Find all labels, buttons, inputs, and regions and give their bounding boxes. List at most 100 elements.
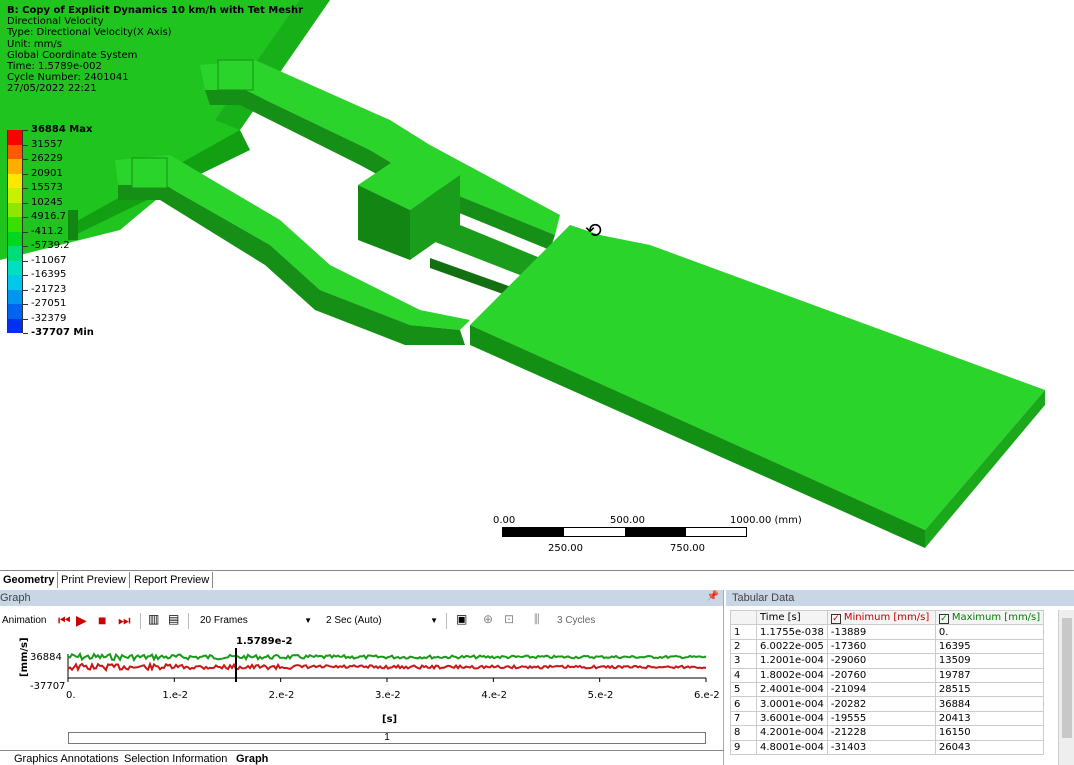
legend-swatch bbox=[7, 159, 23, 174]
x-tick-label: 3.e-2 bbox=[375, 690, 401, 701]
legend-label: -411.2 bbox=[31, 225, 64, 237]
chevron-down-icon: ▼ bbox=[304, 616, 312, 625]
view-tabs: Geometry Print Preview Report Preview bbox=[0, 570, 1074, 588]
table-cell: -19555 bbox=[826, 710, 936, 727]
table-cell: 13509 bbox=[934, 653, 1045, 669]
x-axis-label: [s] bbox=[382, 714, 397, 725]
table-cell: 16395 bbox=[934, 638, 1045, 655]
table-cell: 4.8001e-004 bbox=[756, 739, 828, 755]
table-cell: 1.1755e-038 bbox=[756, 624, 828, 640]
tab-print-preview[interactable]: Print Preview bbox=[58, 572, 130, 588]
graph-panel-title: Graph bbox=[0, 590, 723, 606]
result-info: B: Copy of Explicit Dynamics 10 km/h wit… bbox=[7, 5, 303, 95]
table-row[interactable]: 6 3.0001e-004 -20282 36884 bbox=[730, 696, 1045, 712]
legend-label: 26229 bbox=[31, 153, 63, 164]
table-cell: 0. bbox=[934, 624, 1045, 640]
distributed-frames-icon[interactable]: ▥ bbox=[148, 612, 159, 630]
table-row[interactable]: 1 1.1755e-038 -13889 0. bbox=[730, 624, 1045, 640]
time-marker-label: 1.5789e-2 bbox=[236, 636, 293, 647]
minimum-column-header[interactable]: ✓ Minimum [mm/s] bbox=[826, 609, 936, 626]
legend-swatch bbox=[7, 173, 23, 188]
duration-dropdown[interactable]: 2 Sec (Auto) ▼ bbox=[326, 612, 438, 630]
table-row[interactable]: 8 4.2001e-004 -21228 16150 bbox=[730, 725, 1045, 741]
table-cell: 20413 bbox=[934, 710, 1045, 727]
x-tick-label: 6.e-2 bbox=[694, 690, 720, 701]
bottom-tabs: Graphics Annotations Selection Informati… bbox=[0, 750, 724, 765]
table-row[interactable]: 2 6.0022e-005 -17360 16395 bbox=[730, 638, 1045, 655]
result-sets-icon[interactable]: ▤ bbox=[168, 612, 179, 630]
table-cell: -21094 bbox=[826, 681, 936, 698]
x-tick-label: 5.e-2 bbox=[588, 690, 614, 701]
animation-toolbar: Animation ⏮ ▶ ■ ⏭ ▥ ▤ 20 Frames ▼ 2 Sec (… bbox=[0, 610, 723, 634]
maximum-column-header[interactable]: ✓ Maximum [mm/s] bbox=[934, 609, 1045, 626]
legend-swatch bbox=[7, 304, 23, 319]
legend-label: 4916.7 bbox=[31, 211, 66, 222]
y-axis-label: [mm/s] bbox=[19, 637, 30, 677]
x-tick-label: 2.e-2 bbox=[269, 690, 295, 701]
table-row[interactable]: 9 4.8001e-004 -31403 26043 bbox=[730, 739, 1045, 755]
table-cell: 4.2001e-004 bbox=[756, 725, 828, 741]
frames-dropdown[interactable]: 20 Frames ▼ bbox=[200, 612, 312, 630]
table-cell: 6 bbox=[730, 696, 757, 712]
minimum-series-line bbox=[67, 661, 707, 673]
tab-graph[interactable]: Graph bbox=[236, 753, 268, 765]
table-cell: 2.4001e-004 bbox=[756, 681, 828, 698]
stop-icon[interactable]: ■ bbox=[98, 612, 106, 630]
legend-swatch bbox=[7, 188, 23, 203]
3d-viewport[interactable]: B: Copy of Explicit Dynamics 10 km/h wit… bbox=[0, 0, 1074, 570]
scale-label: 1000.00 (mm) bbox=[730, 515, 802, 526]
info-line: Global Coordinate System bbox=[7, 49, 138, 61]
duration-value: 2 Sec (Auto) bbox=[326, 615, 382, 626]
tab-geometry[interactable]: Geometry bbox=[0, 572, 59, 588]
scrollbar-thumb[interactable] bbox=[1062, 618, 1072, 738]
table-row[interactable]: 4 1.8002e-004 -20760 19787 bbox=[730, 667, 1045, 683]
vertical-scrollbar[interactable] bbox=[1058, 610, 1074, 765]
table-cell: 7 bbox=[730, 710, 757, 727]
legend-swatch bbox=[7, 144, 23, 159]
tab-graphics-annotations[interactable]: Graphics Annotations bbox=[14, 753, 119, 765]
graph-plot[interactable]: [mm/s] 36884 -37707 1.5789e-2 0. 1.e-2 2.e… bbox=[0, 634, 724, 734]
first-frame-icon[interactable]: ⏮ bbox=[58, 612, 71, 630]
scale-bar: 0.00 500.00 1000.00 (mm) 250.00 750.00 bbox=[490, 515, 802, 560]
table-cell: -29060 bbox=[826, 653, 936, 669]
tab-report-preview[interactable]: Report Preview bbox=[131, 572, 214, 588]
x-tick-label: 0. bbox=[66, 690, 76, 701]
legend-label: -16395 bbox=[31, 269, 67, 280]
zoom-icon[interactable]: ⊕ bbox=[483, 612, 493, 630]
legend-label: 20901 bbox=[31, 167, 63, 179]
table-cell: 19787 bbox=[934, 667, 1045, 683]
legend-swatch bbox=[7, 231, 23, 246]
play-icon[interactable]: ▶ bbox=[76, 612, 87, 630]
scale-label: 500.00 bbox=[610, 515, 645, 526]
x-tick-label: 1.e-2 bbox=[162, 690, 188, 701]
table-cell: 3 bbox=[730, 653, 757, 669]
table-row[interactable]: 7 3.6001e-004 -19555 20413 bbox=[730, 710, 1045, 727]
cycles-icon[interactable]: ⫼ bbox=[534, 612, 540, 630]
checkbox-icon[interactable]: ✓ bbox=[830, 613, 841, 624]
table-row[interactable]: 3 1.2001e-004 -29060 13509 bbox=[730, 653, 1045, 669]
tab-selection-information[interactable]: Selection Information bbox=[124, 753, 227, 765]
last-frame-icon[interactable]: ⏭ bbox=[118, 612, 131, 630]
table-cell: 36884 bbox=[934, 696, 1045, 712]
legend-label: 36884 Max bbox=[31, 124, 93, 135]
table-cell: -20760 bbox=[826, 667, 936, 683]
scale-label: 0.00 bbox=[493, 515, 516, 526]
export-video-icon[interactable]: ▣ bbox=[456, 612, 467, 630]
maximum-series-line bbox=[67, 651, 707, 663]
chevron-down-icon: ▼ bbox=[430, 616, 438, 625]
fit-icon[interactable]: ⊡ bbox=[504, 612, 514, 630]
table-cell: 8 bbox=[730, 725, 757, 741]
legend-label: 10245 bbox=[31, 196, 63, 208]
animation-slider[interactable]: 1 bbox=[68, 732, 706, 744]
legend-label: -11067 bbox=[31, 254, 67, 266]
legend-swatch bbox=[7, 130, 23, 145]
pin-icon[interactable]: 📌 bbox=[707, 591, 719, 602]
table-header-row: Time [s] ✓ Minimum [mm/s] ✓ Maximum [mm/s] bbox=[730, 609, 1045, 626]
table-row[interactable]: 5 2.4001e-004 -21094 28515 bbox=[730, 681, 1045, 698]
result-title: B: Copy of Explicit Dynamics 10 km/h wit… bbox=[7, 5, 304, 16]
checkbox-icon[interactable]: ✓ bbox=[938, 613, 949, 624]
animation-label: Animation bbox=[2, 615, 47, 626]
legend-label: -21723 bbox=[31, 283, 67, 295]
legend-label: 15573 bbox=[31, 182, 63, 193]
table-cell: 3.6001e-004 bbox=[756, 710, 828, 727]
